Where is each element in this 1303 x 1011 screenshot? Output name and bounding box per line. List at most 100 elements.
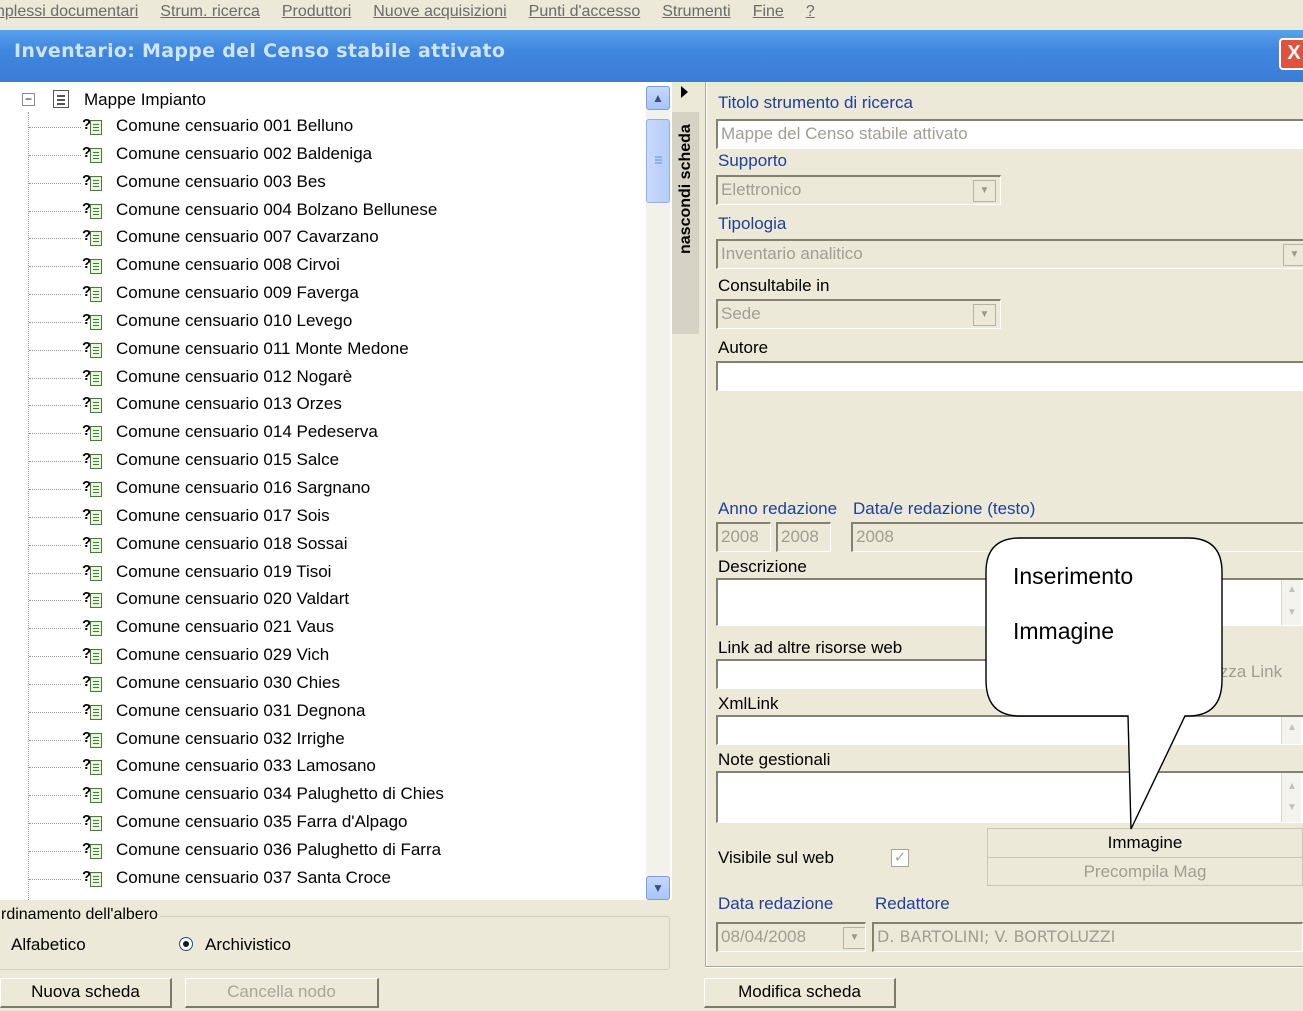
- tree-node-label[interactable]: Comune censuario 008 Cirvoi: [116, 255, 340, 275]
- radio-archivistic-label[interactable]: Archivistico: [205, 935, 291, 955]
- tree-node-label[interactable]: Comune censuario 034 Palughetto di Chies: [116, 784, 444, 804]
- menu-item[interactable]: Fine: [753, 3, 784, 20]
- tree-node-label[interactable]: Comune censuario 019 Tisoi: [116, 562, 331, 582]
- tree-node-label[interactable]: Comune censuario 036 Palughetto di Farra: [116, 840, 441, 860]
- menu-item[interactable]: Nuove acquisizioni: [373, 3, 506, 20]
- tree-node-label[interactable]: Comune censuario 016 Sargnano: [116, 478, 370, 498]
- tree-node-label[interactable]: Comune censuario 029 Vich: [116, 645, 329, 665]
- hide-card-label[interactable]: nascondi scheda: [677, 124, 695, 254]
- anno-from-field[interactable]: 2008: [716, 522, 771, 552]
- question-document-icon: ?: [82, 756, 102, 776]
- scroll-down-icon[interactable]: ▼: [1284, 604, 1300, 622]
- tree-node-label[interactable]: Comune censuario 002 Baldeniga: [116, 144, 372, 164]
- tree-node-label[interactable]: Comune censuario 009 Faverga: [116, 283, 359, 303]
- supporto-value: Elettronico: [721, 180, 802, 199]
- radio-alphabetic[interactable]: Alfabetico: [0, 935, 117, 957]
- tree-connector: [29, 683, 81, 685]
- tree-connector: [29, 127, 81, 128]
- scroll-up-icon[interactable]: ▲: [1284, 778, 1300, 796]
- tree-node-label[interactable]: Comune censuario 032 Irrighe: [116, 729, 345, 749]
- edit-card-button[interactable]: Modifica scheda: [704, 978, 896, 1008]
- tree-root-label[interactable]: Mappe Impianto: [84, 90, 206, 110]
- card-form: Titolo strumento di ricerca Mappe del Ce…: [699, 82, 1303, 982]
- scroll-thumb[interactable]: [646, 119, 670, 203]
- tree-node-label[interactable]: Comune censuario 011 Monte Medone: [116, 339, 409, 359]
- question-document-icon: ?: [82, 534, 102, 554]
- image-button[interactable]: Immagine: [987, 828, 1303, 857]
- tree-node-label[interactable]: Comune censuario 018 Sossai: [116, 534, 348, 554]
- menu-item[interactable]: Strumenti: [662, 3, 730, 20]
- menu-item[interactable]: Strum. ricerca: [160, 3, 260, 20]
- tree-node-label[interactable]: Comune censuario 015 Salce: [116, 450, 339, 470]
- chevron-down-icon[interactable]: ▼: [973, 304, 996, 326]
- tree-connector: [29, 321, 81, 323]
- tree-node-label[interactable]: Comune censuario 020 Valdart: [116, 589, 349, 609]
- note-scrollbar[interactable]: ▲ ▼: [1281, 773, 1301, 822]
- radio-archivistic-icon[interactable]: [179, 937, 193, 951]
- close-button[interactable]: X: [1279, 38, 1303, 70]
- consultabile-select[interactable]: Sede ▼: [716, 299, 1001, 329]
- scroll-down-icon[interactable]: ▼: [646, 876, 670, 900]
- tree-node-label[interactable]: Comune censuario 033 Lamosano: [116, 756, 376, 776]
- scroll-up-icon[interactable]: ▲: [1284, 719, 1300, 737]
- xmllink-scrollbar[interactable]: ▲: [1281, 717, 1301, 744]
- radio-alphabetic-label[interactable]: Alfabetico: [11, 935, 86, 955]
- tipologia-value: Inventario analitico: [721, 244, 863, 263]
- tree-node-label[interactable]: Comune censuario 010 Levego: [116, 311, 352, 331]
- tree-node-label[interactable]: Comune censuario 035 Farra d'Alpago: [116, 812, 407, 832]
- question-document-icon: ?: [82, 701, 102, 721]
- tree-node-label[interactable]: Comune censuario 021 Vaus: [116, 617, 334, 637]
- tree-connector: [29, 488, 81, 490]
- tree-node-label[interactable]: Comune censuario 030 Chies: [116, 673, 340, 693]
- chevron-down-icon[interactable]: ▼: [1283, 244, 1303, 266]
- tree-node-label[interactable]: Comune censuario 037 Santa Croce: [116, 868, 391, 888]
- chevron-down-icon[interactable]: ▼: [973, 180, 996, 202]
- tree-node-label[interactable]: Comune censuario 013 Orzes: [116, 394, 342, 414]
- window-title: Inventario: Mappe del Censo stabile atti…: [14, 40, 506, 62]
- tipologia-select[interactable]: Inventario analitico ▼: [716, 239, 1303, 269]
- tree-node-label[interactable]: Comune censuario 001 Belluno: [116, 116, 353, 136]
- delete-node-button[interactable]: Cancella nodo: [185, 978, 379, 1008]
- tree-node-label[interactable]: Comune censuario 007 Cavarzano: [116, 227, 379, 247]
- menu-item[interactable]: Produttori: [282, 3, 351, 20]
- visibile-checkbox[interactable]: ✓: [891, 849, 909, 867]
- tree-node-label[interactable]: Comune censuario 017 Sois: [116, 506, 330, 526]
- link-field[interactable]: [716, 659, 1161, 689]
- tree-node-label[interactable]: Comune censuario 003 Bes: [116, 172, 326, 192]
- splitter: nascondi scheda: [672, 82, 699, 982]
- question-document-icon: ?: [82, 394, 102, 414]
- anno-to-field[interactable]: 2008: [776, 522, 831, 552]
- menu-item[interactable]: ?: [806, 3, 815, 20]
- view-link-button[interactable]: izza Link: [1199, 662, 1299, 682]
- scroll-down-icon[interactable]: ▼: [1284, 799, 1300, 817]
- form-border-bottom: [705, 966, 1303, 968]
- descrizione-scrollbar[interactable]: ▲ ▼: [1281, 580, 1301, 625]
- note-field[interactable]: ▲ ▼: [716, 771, 1303, 823]
- supporto-select[interactable]: Elettronico ▼: [716, 175, 1001, 205]
- titolo-field[interactable]: Mappe del Censo stabile attivato: [716, 119, 1303, 149]
- scroll-up-icon[interactable]: ▲: [1284, 581, 1300, 599]
- collapse-icon[interactable]: −: [22, 93, 35, 106]
- tree-node-label[interactable]: Comune censuario 004 Bolzano Bellunese: [116, 200, 437, 220]
- tree-node-label[interactable]: Comune censuario 014 Pedeserva: [116, 422, 378, 442]
- new-card-button[interactable]: Nuova scheda: [0, 978, 172, 1008]
- redattore-field[interactable]: D. BARTOLINI; V. BORTOLUZZI: [872, 922, 1303, 952]
- tree-node-label[interactable]: Comune censuario 031 Degnona: [116, 701, 366, 721]
- tree-scrollbar[interactable]: ▲ ▼: [646, 86, 670, 900]
- radio-archivistic[interactable]: Archivistico: [179, 935, 319, 957]
- xmllink-field[interactable]: ▲: [716, 715, 1303, 745]
- question-document-icon: ?: [82, 283, 102, 303]
- data-testo-field[interactable]: 2008: [851, 522, 1303, 552]
- calendar-dropdown-icon[interactable]: ▼: [843, 927, 865, 949]
- descrizione-field[interactable]: ▲ ▼: [716, 578, 1303, 626]
- menu-item[interactable]: Punti d'accesso: [529, 3, 641, 20]
- menu-item[interactable]: nplessi documentari: [0, 3, 138, 20]
- question-document-icon: ?: [82, 116, 102, 136]
- tree-node-label[interactable]: Comune censuario 012 Nogarè: [116, 367, 352, 387]
- collapse-arrow-icon[interactable]: [681, 86, 688, 98]
- scroll-up-icon[interactable]: ▲: [646, 86, 670, 110]
- autore-field[interactable]: [716, 361, 1303, 391]
- precompile-mag-button[interactable]: Precompila Mag: [987, 857, 1303, 886]
- data-redazione-field[interactable]: 08/04/2008 ▼: [716, 922, 866, 952]
- tree-connector: [29, 516, 81, 518]
